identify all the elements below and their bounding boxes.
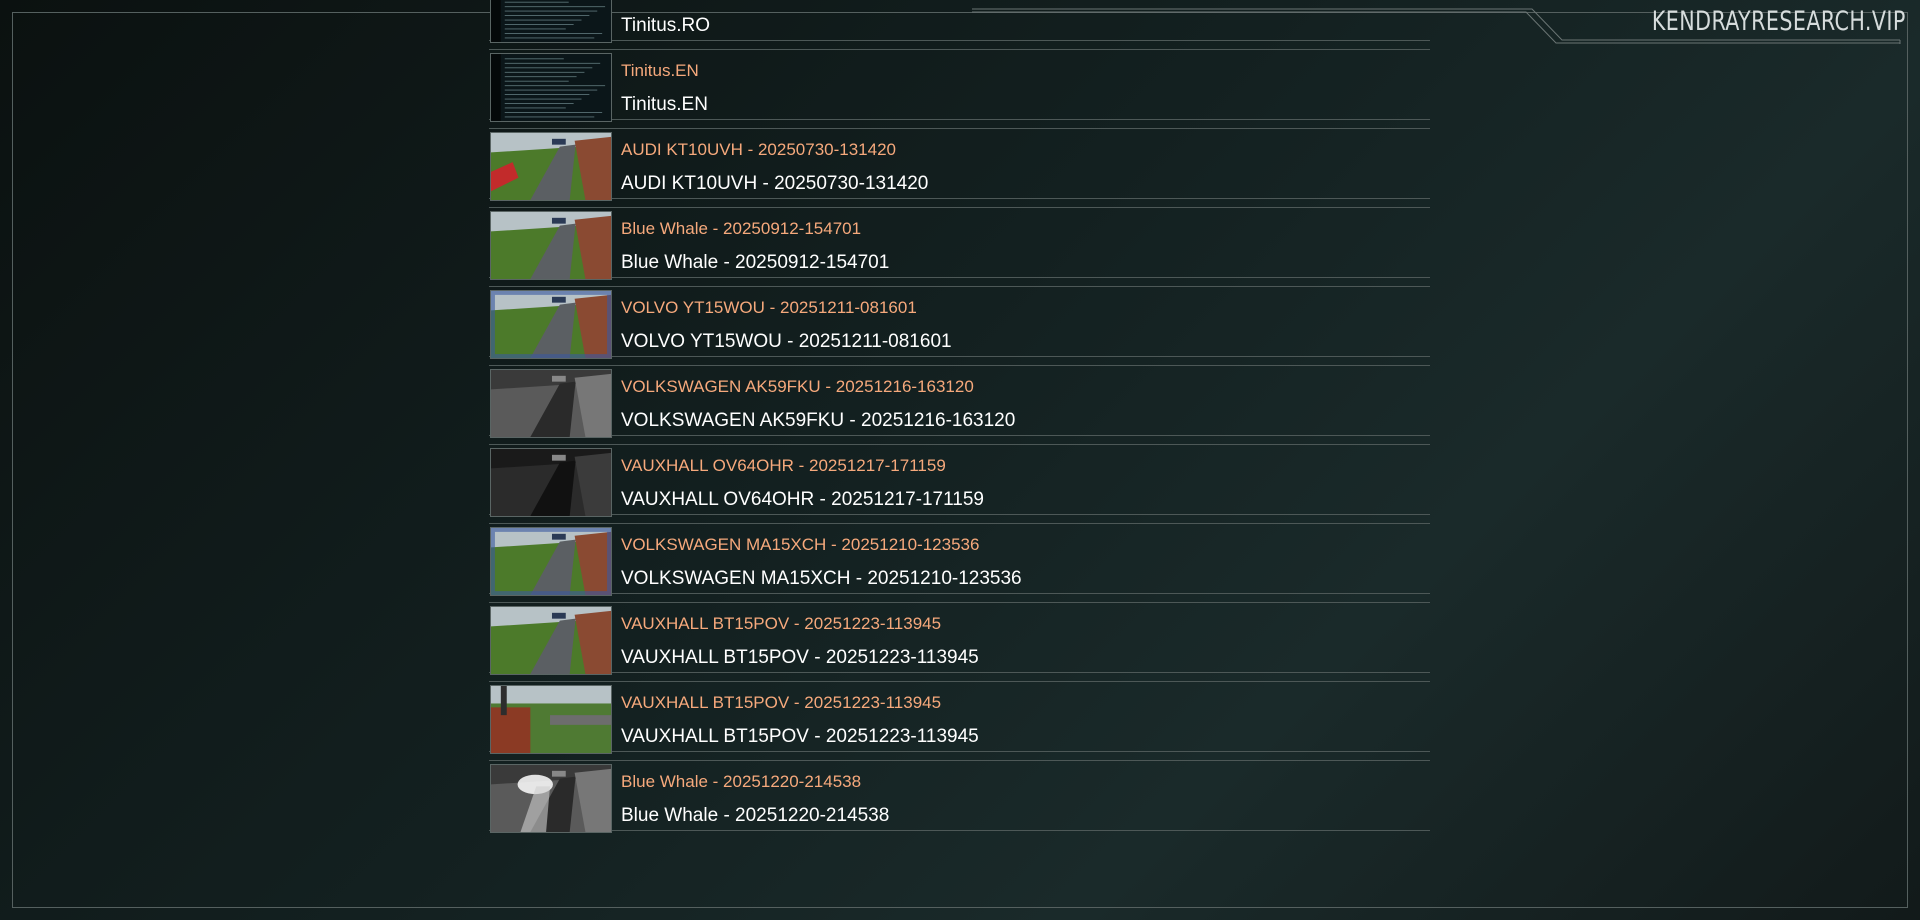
item-title-link[interactable]: VAUXHALL BT15POV - 20251223-113945	[621, 693, 941, 713]
list-item[interactable]: AUDI KT10UVH - 20250730-131420 AUDI KT10U…	[489, 128, 1430, 201]
item-title-link[interactable]: VOLKSWAGEN AK59FKU - 20251216-163120	[621, 377, 974, 397]
camera-night-light-icon	[491, 765, 611, 832]
item-title-link[interactable]: VAUXHALL BT15POV - 20251223-113945	[621, 614, 941, 634]
item-title-link[interactable]: VOLKSWAGEN MA15XCH - 20251210-123536	[621, 535, 979, 555]
thumbnail-image[interactable]	[490, 53, 612, 122]
list-item[interactable]: Tinitus.EN Tinitus.EN	[489, 49, 1430, 122]
list-item[interactable]: VAUXHALL BT15POV - 20251223-113945 VAUXHA…	[489, 602, 1430, 675]
item-title-link[interactable]: AUDI KT10UVH - 20250730-131420	[621, 140, 896, 160]
list-item[interactable]: VOLVO YT15WOU - 20251211-081601 VOLVO YT1…	[489, 286, 1430, 359]
item-subtitle: VAUXHALL OV64OHR - 20251217-171159	[621, 489, 984, 510]
list-item[interactable]: VAUXHALL BT15POV - 20251223-113945 VAUXHA…	[489, 681, 1430, 754]
camera-color-icon	[491, 607, 611, 674]
thumbnail-image[interactable]	[490, 448, 612, 517]
list-item[interactable]: VAUXHALL OV64OHR - 20251217-171159 VAUXHA…	[489, 444, 1430, 517]
list-item[interactable]: Blue Whale - 20250912-154701 Blue Whale -…	[489, 207, 1430, 280]
thumbnail-image[interactable]	[490, 606, 612, 675]
item-title-link[interactable]: Blue Whale - 20251220-214538	[621, 772, 861, 792]
item-subtitle: VOLKSWAGEN MA15XCH - 20251210-123536	[621, 568, 1022, 589]
thumbnail-image[interactable]	[490, 764, 612, 833]
list-item[interactable]: Blue Whale - 20251220-214538 Blue Whale -…	[489, 760, 1430, 833]
item-subtitle: VAUXHALL BT15POV - 20251223-113945	[621, 726, 979, 747]
camera-night-icon	[491, 370, 611, 437]
item-subtitle: Tinitus.RO	[621, 15, 711, 36]
item-subtitle: Blue Whale - 20251220-214538	[621, 805, 890, 826]
thumbnail-image[interactable]	[490, 132, 612, 201]
thumbnail-image[interactable]	[490, 369, 612, 438]
media-list: Tinitus.ROTinitus.ROTinitus.ENTinitus.EN…	[489, 0, 1430, 847]
item-title-link[interactable]: Tinitus.RO	[621, 0, 701, 2]
item-subtitle: Tinitus.EN	[621, 94, 708, 115]
list-item[interactable]: Tinitus.RO Tinitus.RO	[489, 0, 1430, 43]
item-subtitle: VOLKSWAGEN AK59FKU - 20251216-163120	[621, 410, 1016, 431]
item-title-link[interactable]: VAUXHALL OV64OHR - 20251217-171159	[621, 456, 946, 476]
item-subtitle: Blue Whale - 20250912-154701	[621, 252, 890, 273]
camera-night-dark-icon	[491, 449, 611, 516]
thumbnail-image[interactable]	[490, 527, 612, 596]
site-brand-logo[interactable]: KENDRAYRESEARCH.VIP	[1652, 5, 1906, 39]
item-subtitle: VAUXHALL BT15POV - 20251223-113945	[621, 647, 979, 668]
thumbnail-image[interactable]	[490, 0, 612, 43]
list-item[interactable]: VOLKSWAGEN AK59FKU - 20251216-163120 VOLK…	[489, 365, 1430, 438]
thumbnail-image[interactable]	[490, 685, 612, 754]
list-item[interactable]: VOLKSWAGEN MA15XCH - 20251210-123536 VOLK…	[489, 523, 1430, 596]
item-subtitle: VOLVO YT15WOU - 20251211-081601	[621, 331, 952, 352]
thumbnail-image[interactable]	[490, 211, 612, 280]
item-subtitle: AUDI KT10UVH - 20250730-131420	[621, 173, 929, 194]
camera-fisheye-color-icon	[491, 291, 611, 358]
camera-color-icon	[491, 212, 611, 279]
camera-color-red-car-icon	[491, 133, 611, 200]
item-title-link[interactable]: VOLVO YT15WOU - 20251211-081601	[621, 298, 917, 318]
item-title-link[interactable]: Blue Whale - 20250912-154701	[621, 219, 861, 239]
thumbnail-image[interactable]	[490, 290, 612, 359]
camera-street-color-icon	[491, 686, 611, 753]
document-thumbnail-icon	[491, 0, 611, 42]
document-thumbnail-icon	[491, 54, 611, 121]
camera-fisheye-color-icon	[491, 528, 611, 595]
item-title-link[interactable]: Tinitus.EN	[621, 61, 699, 81]
